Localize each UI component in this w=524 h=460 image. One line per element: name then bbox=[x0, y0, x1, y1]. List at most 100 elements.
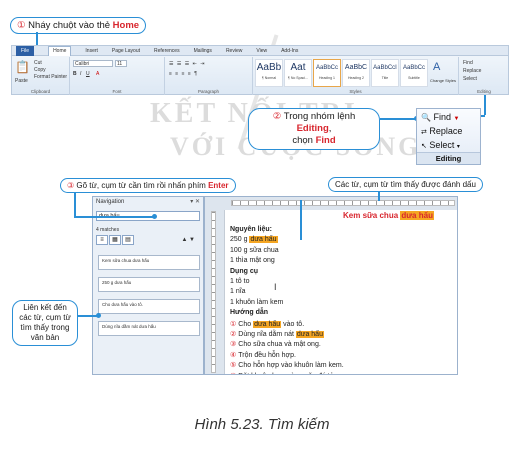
search-result[interactable]: Cho dưa hấu vào tô. bbox=[98, 299, 200, 314]
tab-add-ins[interactable]: Add-Ins bbox=[281, 48, 298, 54]
copy-button[interactable]: Copy bbox=[34, 67, 46, 73]
change-styles-icon[interactable]: A bbox=[433, 61, 440, 73]
connector-line bbox=[481, 115, 485, 117]
step-2-number: ② bbox=[272, 111, 282, 122]
result-nav-arrows[interactable]: ▲ ▼ bbox=[181, 237, 195, 243]
step-1-number: ① bbox=[17, 20, 26, 31]
step-number: ③ bbox=[230, 341, 237, 349]
search-result[interactable]: Dùng nĩa dằm nát dưa hấu bbox=[98, 321, 200, 336]
step-3-number: ③ bbox=[67, 181, 75, 190]
replace-icon: ⇄ bbox=[421, 129, 427, 136]
step-number: ⑥ bbox=[230, 373, 236, 374]
connector-line bbox=[380, 118, 416, 120]
italic-button[interactable]: I bbox=[80, 71, 81, 77]
cut-button[interactable]: Cut bbox=[34, 60, 42, 66]
results-view-icon[interactable]: ▤ bbox=[122, 235, 134, 245]
replace-button[interactable]: ⇄ Replace bbox=[421, 126, 462, 136]
cursor-icon: ↖ bbox=[421, 143, 427, 150]
paste-label[interactable]: Paste bbox=[15, 78, 28, 84]
font-label: Font bbox=[112, 89, 122, 94]
font-size-select[interactable]: 11 bbox=[115, 60, 127, 67]
connector-line bbox=[74, 192, 76, 217]
document-area: Kem sữa chua dưa hấu Nguyên liệu: 250 g d… bbox=[204, 196, 458, 375]
style-title[interactable]: AaBbCcI Title bbox=[371, 59, 399, 87]
style-normal[interactable]: AaBb ¶ Normal bbox=[255, 59, 283, 87]
line-text: 1 tô to bbox=[230, 278, 250, 285]
find-mini-button[interactable]: Find bbox=[463, 60, 473, 66]
headings-view-icon[interactable]: ≡ bbox=[96, 235, 108, 245]
select-mini-button[interactable]: Select bbox=[463, 76, 477, 82]
replace-mini-button[interactable]: Replace bbox=[463, 68, 481, 74]
navigation-pane: Navigation ▾ ✕ dưa hấu 4 matches ≡ ▦ ▤ ▲… bbox=[92, 196, 204, 375]
paragraph-group: ☰ ☰ ☰ ⇤ ⇥ ≡ ≡ ≡ ≡ ¶ Paragraph bbox=[165, 57, 253, 95]
format-painter-button[interactable]: Format Painter bbox=[34, 74, 67, 80]
style-name: Heading 2 bbox=[348, 76, 364, 80]
style-name: ¶ No Spaci... bbox=[288, 76, 308, 80]
step-number: ④ bbox=[230, 351, 237, 359]
tab-insert[interactable]: Insert bbox=[85, 48, 98, 54]
list-buttons[interactable]: ☰ ☰ ☰ ⇤ ⇥ bbox=[169, 61, 205, 67]
line-text: Cho sữa chua và mật ong. bbox=[238, 341, 321, 349]
styles-group: AaBb ¶ Normal Aat ¶ No Spaci... AaBbCc Head… bbox=[253, 57, 459, 95]
text-cursor-icon: I bbox=[274, 282, 277, 292]
style-no-spacing[interactable]: Aat ¶ No Spaci... bbox=[284, 59, 312, 87]
paste-icon[interactable]: 📋 bbox=[15, 60, 30, 74]
change-styles-button[interactable]: Change Styles bbox=[430, 78, 456, 83]
document-line: ① Cho dưa hấu vào tô. bbox=[230, 320, 304, 328]
style-heading-1[interactable]: AaBbCc Heading 1 bbox=[313, 59, 341, 87]
connector-line bbox=[74, 216, 154, 218]
line-text: 250 g bbox=[230, 236, 250, 244]
tab-view[interactable]: View bbox=[256, 48, 267, 54]
style-heading-2[interactable]: AaBbC Heading 2 bbox=[342, 59, 370, 87]
document-line: ⑥Đặt khuôn kem vào ngăn đá tủ bbox=[230, 372, 334, 374]
editing-panel: 🔍 Find ▼ ⇄ Replace ↖ Select ▾ Editing bbox=[416, 108, 481, 165]
connector-line bbox=[300, 200, 302, 240]
callout-editing: ② Trong nhóm lệnh Editing, chọn Find bbox=[248, 108, 380, 150]
document-line: ② Dùng nĩa dằm nát dưa hấu bbox=[230, 330, 324, 338]
style-name: Heading 1 bbox=[319, 76, 335, 80]
underline-button[interactable]: U bbox=[86, 71, 90, 77]
line-text: Cho bbox=[238, 320, 254, 328]
line-text: 100 g sữa chua bbox=[230, 246, 279, 254]
document-line: 1 nĩa bbox=[230, 288, 246, 295]
callout-highlight: Các từ, cụm từ tìm thấy được đánh dấu bbox=[328, 177, 483, 192]
ribbon: File Home Insert Page Layout References … bbox=[11, 45, 509, 95]
search-result[interactable]: Kem sữa chua dưa hấu bbox=[98, 255, 200, 270]
style-subtitle[interactable]: AaBbCc Subtitle bbox=[400, 59, 428, 87]
select-label: Select bbox=[429, 140, 455, 150]
step-number: ② bbox=[230, 331, 237, 338]
document-line: ③ Cho sữa chua và mật ong. bbox=[230, 340, 321, 348]
line-text: 1 thìa mật ong bbox=[230, 257, 275, 265]
align-buttons[interactable]: ≡ ≡ ≡ ≡ ¶ bbox=[169, 71, 198, 77]
tab-home[interactable]: Home bbox=[48, 45, 72, 56]
search-highlight: dưa hấu bbox=[249, 236, 278, 244]
font-color-button[interactable]: A bbox=[96, 71, 99, 77]
connector-line bbox=[78, 315, 98, 317]
binoculars-icon: 🔍 bbox=[421, 113, 431, 122]
tab-mailings[interactable]: Mailings bbox=[194, 48, 212, 54]
find-label: Find bbox=[433, 112, 451, 122]
font-name-select[interactable]: Calibri bbox=[73, 60, 113, 67]
document-page[interactable]: Kem sữa chua dưa hấu Nguyên liệu: 250 g d… bbox=[224, 210, 457, 374]
vertical-ruler bbox=[211, 211, 216, 373]
style-sample: AaBbCc bbox=[315, 65, 338, 71]
tab-references[interactable]: References bbox=[154, 48, 180, 54]
document-line: 1 khuôn làm kem bbox=[230, 299, 283, 306]
bold-button[interactable]: B bbox=[73, 71, 77, 77]
style-name: Title bbox=[381, 76, 389, 80]
select-button[interactable]: ↖ Select ▾ bbox=[421, 140, 460, 150]
tab-review[interactable]: Review bbox=[226, 48, 242, 54]
search-result[interactable]: 250 g dưa hấu bbox=[98, 277, 200, 292]
close-icon[interactable]: ▾ ✕ bbox=[190, 198, 200, 205]
style-sample: AaBb bbox=[256, 62, 282, 73]
tab-file[interactable]: File bbox=[16, 45, 35, 56]
callout-editing-text3: chọn bbox=[292, 135, 316, 146]
find-button[interactable]: 🔍 Find ▼ bbox=[421, 112, 459, 122]
chevron-down-icon: ▼ bbox=[453, 116, 460, 122]
style-sample: AaBbCc bbox=[402, 65, 425, 71]
document-line: Dụng cụ bbox=[230, 268, 258, 275]
pages-view-icon[interactable]: ▦ bbox=[109, 235, 121, 245]
line-text: Dụng cụ bbox=[230, 267, 258, 275]
tab-page-layout[interactable]: Page Layout bbox=[112, 48, 140, 54]
connector-dot bbox=[152, 214, 157, 219]
